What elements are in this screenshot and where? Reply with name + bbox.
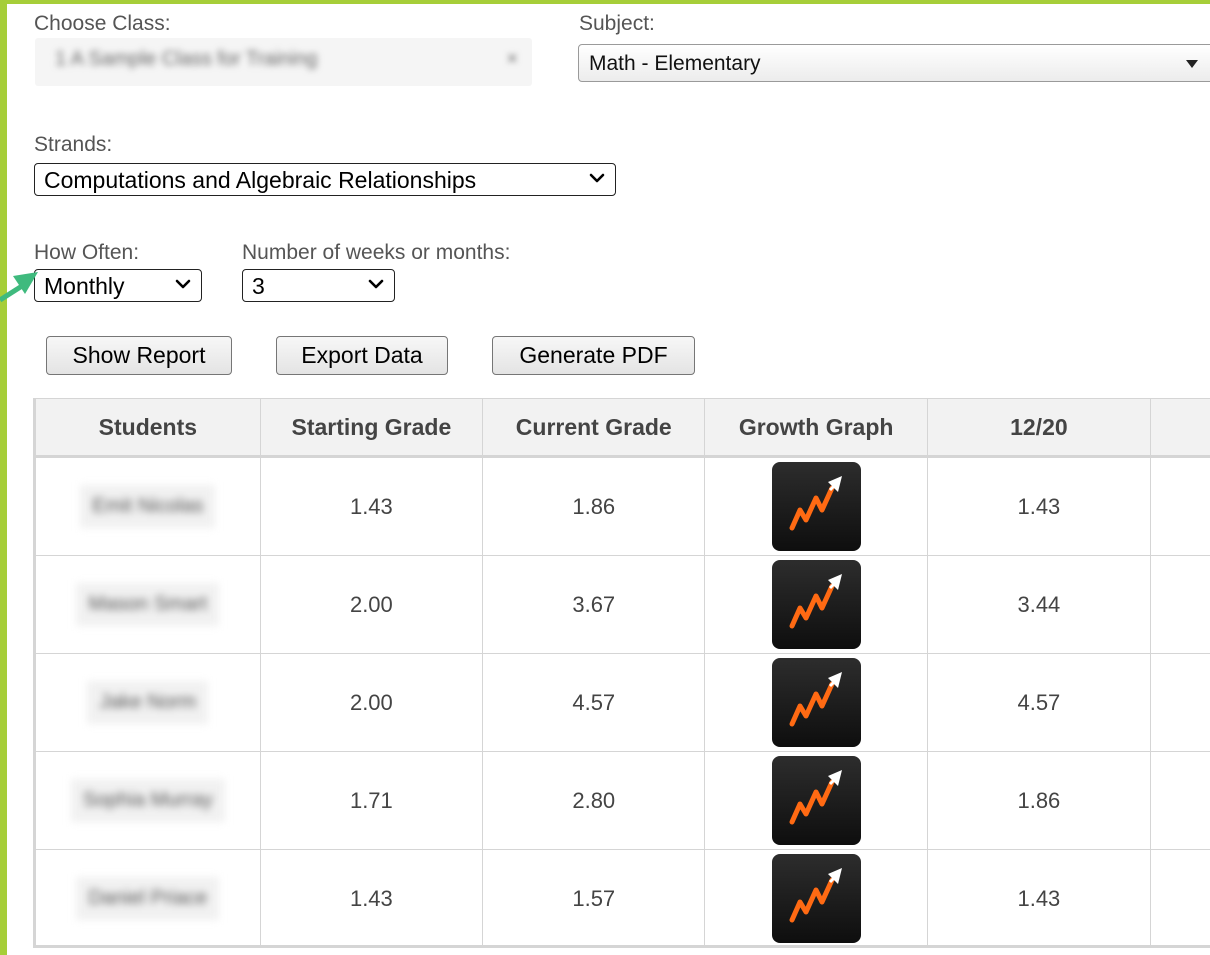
next-period-cell (1150, 456, 1210, 556)
period-grade-cell: 1.43 (927, 849, 1151, 948)
starting-grade-cell: 2.00 (260, 653, 484, 752)
generate-pdf-button[interactable]: Generate PDF (492, 336, 695, 375)
class-select-value: 1 A Sample Class for Training (55, 48, 318, 70)
starting-grade-cell: 2.00 (260, 555, 484, 654)
table-row: Daniel Priace 1.43 1.57 1.43 (36, 849, 1210, 948)
current-grade-cell: 1.86 (482, 456, 706, 556)
table-header-row: Students Starting Grade Current Grade Gr… (36, 399, 1210, 458)
clear-icon[interactable]: × (506, 48, 518, 71)
header-next-period (1150, 399, 1210, 458)
table-row: Mason Smart 2.00 3.67 3.44 (36, 555, 1210, 654)
table-row: Emit Nicolas 1.43 1.86 1.43 (36, 456, 1210, 556)
report-table: Students Starting Grade Current Grade Gr… (33, 398, 1210, 948)
next-period-cell (1150, 751, 1210, 850)
growth-graph-icon[interactable] (771, 560, 861, 649)
period-grade-cell: 4.57 (927, 653, 1151, 752)
current-grade-cell: 3.67 (482, 555, 706, 654)
table-row: Jake Norm 2.00 4.57 4.57 (36, 653, 1210, 752)
table-row: Sophia Murray 1.71 2.80 1.86 (36, 751, 1210, 850)
student-name[interactable]: Daniel Priace (76, 877, 220, 920)
starting-grade-cell: 1.43 (260, 849, 484, 948)
growth-graph-cell (704, 751, 928, 850)
student-name-cell[interactable]: Sophia Murray (36, 751, 261, 850)
period-grade-cell: 1.43 (927, 456, 1151, 556)
green-pointer-arrow-icon (0, 272, 38, 303)
header-students[interactable]: Students (36, 399, 261, 458)
how-often-select-value: Monthly (44, 273, 125, 299)
caret-down-icon (1186, 60, 1198, 68)
growth-graph-cell (704, 653, 928, 752)
growth-graph-icon[interactable] (771, 854, 861, 943)
student-name-cell[interactable]: Emit Nicolas (36, 456, 261, 556)
next-period-cell (1150, 849, 1210, 948)
starting-grade-cell: 1.71 (260, 751, 484, 850)
growth-graph-cell (704, 456, 928, 556)
strands-select[interactable]: Computations and Algebraic Relationships (34, 163, 616, 196)
chevron-down-icon (175, 279, 191, 289)
student-name[interactable]: Emit Nicolas (80, 485, 216, 528)
subject-select-value: Math - Elementary (589, 52, 761, 75)
growth-graph-cell (704, 555, 928, 654)
header-starting-grade[interactable]: Starting Grade (260, 399, 484, 458)
growth-graph-icon[interactable] (771, 462, 861, 551)
header-growth-graph: Growth Graph (704, 399, 928, 458)
subject-label: Subject: (579, 12, 655, 35)
next-period-cell (1150, 555, 1210, 654)
student-name-cell[interactable]: Jake Norm (36, 653, 261, 752)
starting-grade-cell: 1.43 (260, 456, 484, 556)
how-often-select[interactable]: Monthly (34, 269, 202, 302)
show-report-button[interactable]: Show Report (46, 336, 232, 375)
growth-graph-icon[interactable] (771, 658, 861, 747)
how-often-label: How Often: (34, 241, 140, 264)
strands-label: Strands: (34, 133, 113, 156)
current-grade-cell: 2.80 (482, 751, 706, 850)
strands-select-value: Computations and Algebraic Relationships (44, 167, 477, 193)
student-name-cell[interactable]: Daniel Priace (36, 849, 261, 948)
subject-select[interactable]: Math - Elementary (578, 44, 1210, 82)
current-grade-cell: 4.57 (482, 653, 706, 752)
class-select[interactable]: 1 A Sample Class for Training × (35, 38, 532, 86)
header-period[interactable]: 12/20 (927, 399, 1151, 458)
student-name[interactable]: Mason Smart (76, 583, 220, 626)
weeks-select[interactable]: 3 (242, 269, 395, 302)
export-data-button[interactable]: Export Data (276, 336, 448, 375)
student-name-cell[interactable]: Mason Smart (36, 555, 261, 654)
student-name[interactable]: Sophia Murray (70, 779, 225, 822)
chevron-down-icon (589, 173, 605, 183)
header-current-grade[interactable]: Current Grade (482, 399, 706, 458)
frame-top-border (0, 0, 1210, 4)
growth-graph-cell (704, 849, 928, 948)
weeks-select-value: 3 (252, 273, 265, 299)
growth-graph-icon[interactable] (771, 756, 861, 845)
next-period-cell (1150, 653, 1210, 752)
student-name[interactable]: Jake Norm (87, 681, 209, 724)
frame-left-border (0, 0, 7, 955)
weeks-label: Number of weeks or months: (242, 241, 511, 264)
period-grade-cell: 1.86 (927, 751, 1151, 850)
chevron-down-icon (368, 279, 384, 289)
current-grade-cell: 1.57 (482, 849, 706, 948)
period-grade-cell: 3.44 (927, 555, 1151, 654)
choose-class-label: Choose Class: (34, 12, 171, 35)
